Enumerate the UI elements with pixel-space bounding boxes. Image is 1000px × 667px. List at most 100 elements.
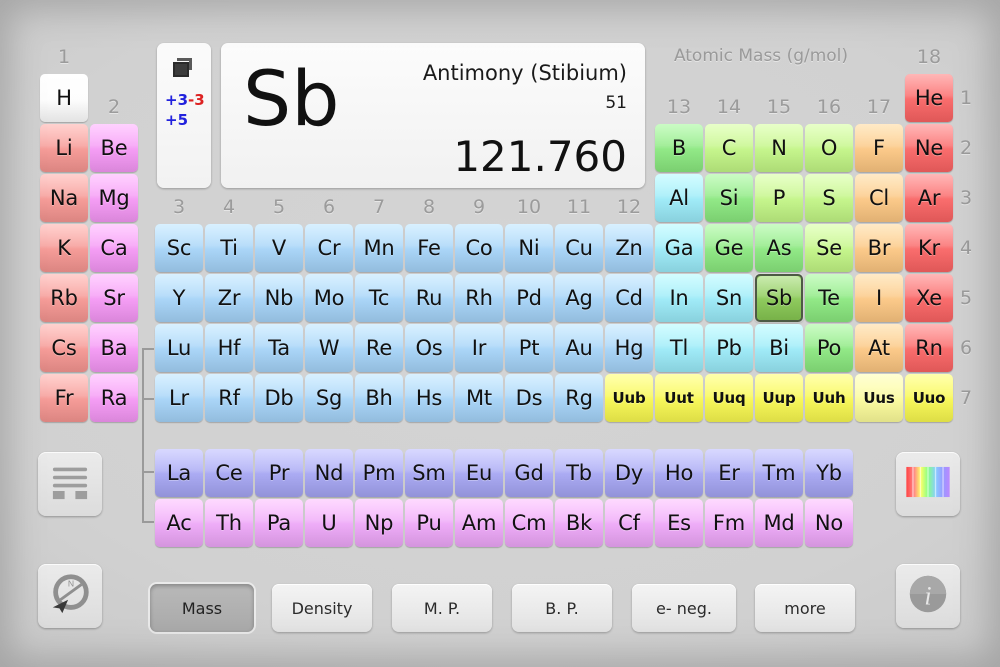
element-cell-s[interactable]: S: [805, 174, 853, 222]
element-cell-as[interactable]: As: [755, 224, 803, 272]
element-cell-h[interactable]: H: [40, 74, 88, 122]
element-cell-sc[interactable]: Sc: [155, 224, 203, 272]
element-cell-ce[interactable]: Ce: [205, 449, 253, 497]
element-cell-rn[interactable]: Rn: [905, 324, 953, 372]
element-cell-uub[interactable]: Uub: [605, 374, 653, 422]
element-cell-ta[interactable]: Ta: [255, 324, 303, 372]
element-cell-es[interactable]: Es: [655, 499, 703, 547]
element-cell-w[interactable]: W: [305, 324, 353, 372]
element-cell-cm[interactable]: Cm: [505, 499, 553, 547]
element-cell-ho[interactable]: Ho: [655, 449, 703, 497]
element-cell-al[interactable]: Al: [655, 174, 703, 222]
element-cell-fe[interactable]: Fe: [405, 224, 453, 272]
element-cell-ba[interactable]: Ba: [90, 324, 138, 372]
element-cell-p[interactable]: P: [755, 174, 803, 222]
element-cell-pt[interactable]: Pt: [505, 324, 553, 372]
element-cell-in[interactable]: In: [655, 274, 703, 322]
element-cell-he[interactable]: He: [905, 74, 953, 122]
element-cell-la[interactable]: La: [155, 449, 203, 497]
element-cell-li[interactable]: Li: [40, 124, 88, 172]
element-cell-am[interactable]: Am: [455, 499, 503, 547]
element-cell-b[interactable]: B: [655, 124, 703, 172]
element-cell-pr[interactable]: Pr: [255, 449, 303, 497]
element-cell-ti[interactable]: Ti: [205, 224, 253, 272]
element-cell-uuq[interactable]: Uuq: [705, 374, 753, 422]
element-cell-at[interactable]: At: [855, 324, 903, 372]
compass-button[interactable]: N: [38, 564, 102, 628]
element-cell-tb[interactable]: Tb: [555, 449, 603, 497]
element-cell-f[interactable]: F: [855, 124, 903, 172]
element-cell-rg[interactable]: Rg: [555, 374, 603, 422]
element-cell-na[interactable]: Na: [40, 174, 88, 222]
element-cell-uuo[interactable]: Uuo: [905, 374, 953, 422]
element-cell-hg[interactable]: Hg: [605, 324, 653, 372]
element-cell-hf[interactable]: Hf: [205, 324, 253, 372]
element-cell-np[interactable]: Np: [355, 499, 403, 547]
element-cell-tl[interactable]: Tl: [655, 324, 703, 372]
element-cell-hs[interactable]: Hs: [405, 374, 453, 422]
element-cell-pb[interactable]: Pb: [705, 324, 753, 372]
element-cell-br[interactable]: Br: [855, 224, 903, 272]
element-cell-uup[interactable]: Uup: [755, 374, 803, 422]
element-cell-pm[interactable]: Pm: [355, 449, 403, 497]
element-cell-re[interactable]: Re: [355, 324, 403, 372]
element-cell-cr[interactable]: Cr: [305, 224, 353, 272]
element-cell-c[interactable]: C: [705, 124, 753, 172]
property-button-b-p[interactable]: B. P.: [512, 584, 612, 632]
property-button-more[interactable]: more: [755, 584, 855, 632]
element-cell-pd[interactable]: Pd: [505, 274, 553, 322]
element-cell-gd[interactable]: Gd: [505, 449, 553, 497]
property-button-density[interactable]: Density: [272, 584, 372, 632]
element-cell-tc[interactable]: Tc: [355, 274, 403, 322]
element-cell-pu[interactable]: Pu: [405, 499, 453, 547]
element-cell-rf[interactable]: Rf: [205, 374, 253, 422]
element-cell-nb[interactable]: Nb: [255, 274, 303, 322]
element-cell-xe[interactable]: Xe: [905, 274, 953, 322]
element-cell-os[interactable]: Os: [405, 324, 453, 372]
element-cell-be[interactable]: Be: [90, 124, 138, 172]
element-cell-se[interactable]: Se: [805, 224, 853, 272]
element-cell-v[interactable]: V: [255, 224, 303, 272]
element-cell-y[interactable]: Y: [155, 274, 203, 322]
property-button-mass[interactable]: Mass: [150, 584, 254, 632]
element-cell-ir[interactable]: Ir: [455, 324, 503, 372]
element-cell-sn[interactable]: Sn: [705, 274, 753, 322]
element-cell-ds[interactable]: Ds: [505, 374, 553, 422]
element-cell-si[interactable]: Si: [705, 174, 753, 222]
element-cell-lu[interactable]: Lu: [155, 324, 203, 372]
element-cell-cf[interactable]: Cf: [605, 499, 653, 547]
element-cell-uus[interactable]: Uus: [855, 374, 903, 422]
element-cell-mn[interactable]: Mn: [355, 224, 403, 272]
element-cell-k[interactable]: K: [40, 224, 88, 272]
info-button[interactable]: i: [896, 564, 960, 628]
element-cell-cl[interactable]: Cl: [855, 174, 903, 222]
element-cell-pa[interactable]: Pa: [255, 499, 303, 547]
element-cell-bi[interactable]: Bi: [755, 324, 803, 372]
element-cell-uuh[interactable]: Uuh: [805, 374, 853, 422]
element-cell-eu[interactable]: Eu: [455, 449, 503, 497]
element-cell-tm[interactable]: Tm: [755, 449, 803, 497]
element-cell-mg[interactable]: Mg: [90, 174, 138, 222]
property-button-e-neg[interactable]: e- neg.: [632, 584, 736, 632]
element-cell-sb[interactable]: Sb: [755, 274, 803, 322]
element-cell-zr[interactable]: Zr: [205, 274, 253, 322]
element-cell-yb[interactable]: Yb: [805, 449, 853, 497]
element-cell-te[interactable]: Te: [805, 274, 853, 322]
element-cell-sr[interactable]: Sr: [90, 274, 138, 322]
element-cell-cu[interactable]: Cu: [555, 224, 603, 272]
element-cell-sm[interactable]: Sm: [405, 449, 453, 497]
element-cell-po[interactable]: Po: [805, 324, 853, 372]
element-cell-co[interactable]: Co: [455, 224, 503, 272]
element-cell-uut[interactable]: Uut: [655, 374, 703, 422]
element-cell-mt[interactable]: Mt: [455, 374, 503, 422]
element-cell-ru[interactable]: Ru: [405, 274, 453, 322]
element-cell-md[interactable]: Md: [755, 499, 803, 547]
element-cell-sg[interactable]: Sg: [305, 374, 353, 422]
list-view-button[interactable]: [38, 452, 102, 516]
element-cell-no[interactable]: No: [805, 499, 853, 547]
element-cell-dy[interactable]: Dy: [605, 449, 653, 497]
element-cell-nd[interactable]: Nd: [305, 449, 353, 497]
element-cell-mo[interactable]: Mo: [305, 274, 353, 322]
element-cell-ca[interactable]: Ca: [90, 224, 138, 272]
element-cell-db[interactable]: Db: [255, 374, 303, 422]
